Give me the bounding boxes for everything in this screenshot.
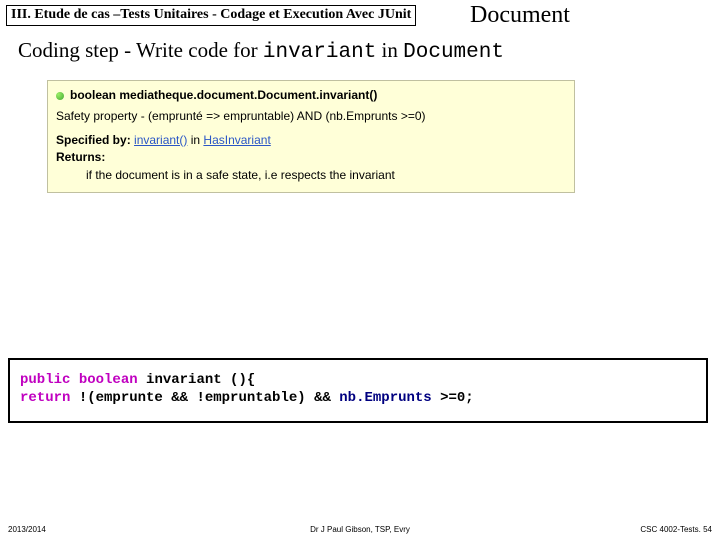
code-box: public boolean invariant (){ return !(em… <box>8 358 708 423</box>
javadoc-specified-row: Specified by: invariant() in HasInvarian… <box>56 132 566 149</box>
subtitle-pre: Coding step - Write code for <box>18 38 263 62</box>
code-l1c: invariant (){ <box>138 372 256 388</box>
code-l2c: && <box>306 390 340 406</box>
kw-public: public <box>20 372 70 388</box>
javadoc-specified-label: Specified by: <box>56 133 131 147</box>
javadoc-signature-row: boolean mediatheque.document.Document.in… <box>56 87 566 104</box>
code-line-2: return !(emprunte && !empruntable) && nb… <box>20 390 696 408</box>
javadoc-safety: Safety property - (emprunté => empruntab… <box>56 108 566 125</box>
javadoc-specified-link: invariant() <box>134 133 187 147</box>
code-l2d: nb.Emprunts <box>339 390 431 406</box>
kw-return: return <box>20 390 70 406</box>
page-title-text: Document <box>470 2 570 28</box>
page-title: Document <box>470 2 570 29</box>
section-header-box: III. Etude de cas –Tests Unitaires - Cod… <box>6 5 416 26</box>
javadoc-specified-in: in <box>187 133 203 147</box>
footer-right: CSC 4002-Tests. 54 <box>640 525 712 534</box>
code-line-1: public boolean invariant (){ <box>20 372 696 390</box>
subtitle-mid: in <box>376 38 403 62</box>
javadoc-sig-prefix: boolean <box>70 88 119 102</box>
slide: III. Etude de cas –Tests Unitaires - Cod… <box>0 0 720 540</box>
subtitle-code1: invariant <box>263 41 376 64</box>
javadoc-specified-type: HasInvariant <box>203 133 270 147</box>
code-l2b: !(emprunte && !empruntable) <box>70 390 305 406</box>
javadoc-signature: boolean mediatheque.document.Document.in… <box>70 87 377 104</box>
javadoc-returns-text: if the document is in a safe state, i.e … <box>86 167 566 184</box>
subtitle-code2: Document <box>403 41 504 64</box>
javadoc-returns-label: Returns: <box>56 149 566 166</box>
section-header-text: III. Etude de cas –Tests Unitaires - Cod… <box>11 7 411 22</box>
method-bullet-icon <box>56 92 64 100</box>
code-l2e: >=0; <box>432 390 474 406</box>
kw-boolean: boolean <box>70 372 137 388</box>
javadoc-panel: boolean mediatheque.document.Document.in… <box>47 80 575 193</box>
javadoc-sig-method: mediatheque.document.Document.invariant(… <box>119 88 377 102</box>
footer-mid: Dr J Paul Gibson, TSP, Evry <box>0 525 720 534</box>
subtitle: Coding step - Write code for invariant i… <box>18 38 504 64</box>
